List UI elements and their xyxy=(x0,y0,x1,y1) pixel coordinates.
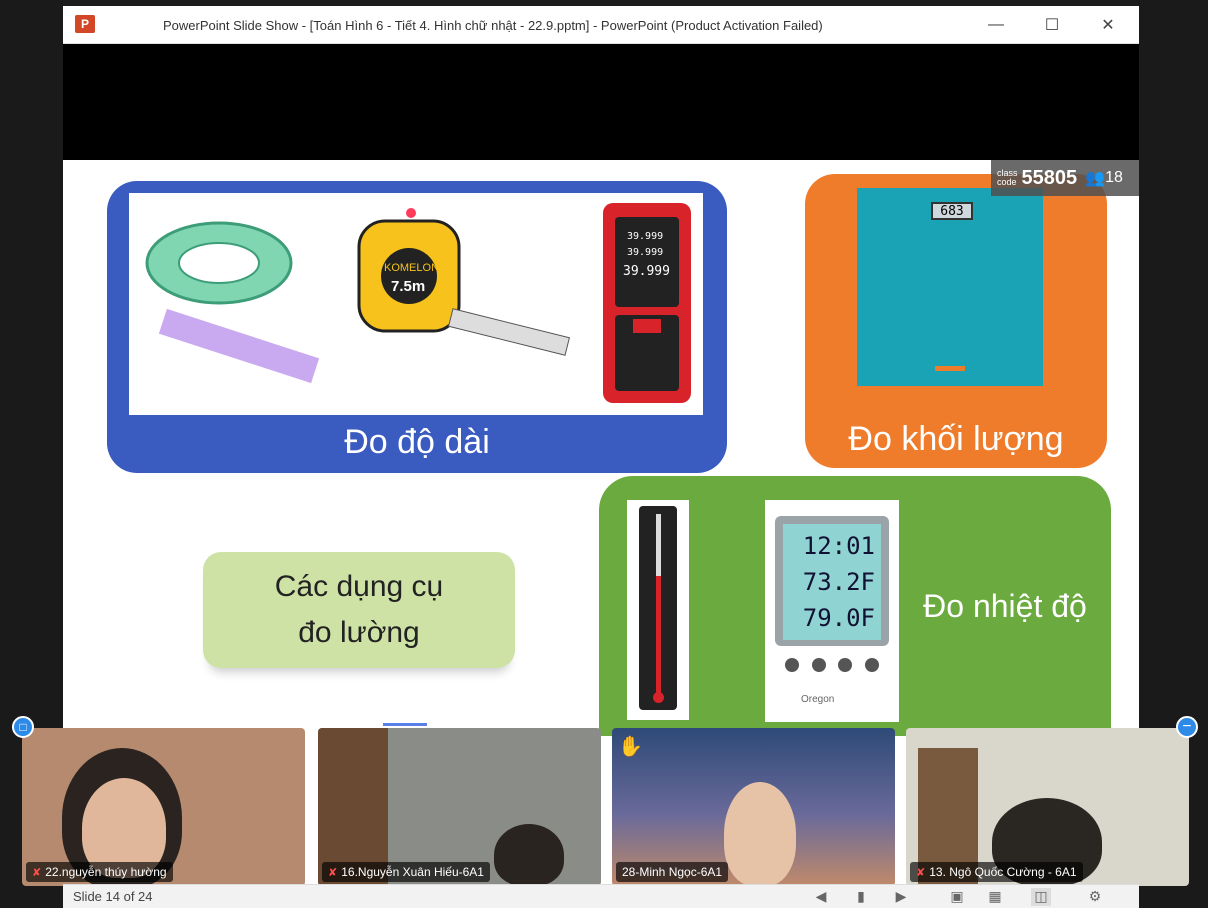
participant-tile-1[interactable]: ✘ 22.nguyễn thúy hường xyxy=(22,728,305,886)
measuring-tools-label-box: Các dụng cụ đo lường xyxy=(203,552,515,668)
participant-tile-4[interactable]: ✘ 13. Ngô Quốc Cường - 6A1 xyxy=(906,728,1189,886)
window-title: PowerPoint Slide Show - [Toán Hình 6 - T… xyxy=(163,18,823,33)
center-label-line2: đo lường xyxy=(298,616,420,649)
lcd-time: 12:01 xyxy=(802,532,875,560)
center-label-line1: Các dụng cụ xyxy=(274,570,444,603)
rangefinder-reading-1: 39.999 xyxy=(627,231,663,242)
participant-count: 18 xyxy=(1105,169,1123,186)
title-bar: P PowerPoint Slide Show - [Toán Hình 6 -… xyxy=(63,6,1139,44)
mass-label: Đo khối lượng xyxy=(848,420,1064,458)
length-tools-illustration: KOMELON 7.5m 39.999 39.999 39.999 xyxy=(145,203,691,403)
length-label: Đo độ dài xyxy=(344,423,490,461)
participant-tile-2[interactable]: ✘ 16.Nguyễn Xuân Hiếu-6A1 xyxy=(318,728,601,886)
people-icon: 👥 xyxy=(1085,170,1106,187)
mic-off-icon: ✘ xyxy=(328,866,338,879)
device-buttons xyxy=(785,658,879,678)
next-slide-icon[interactable]: ▶ xyxy=(891,888,911,906)
slide-canvas[interactable]: KOMELON 7.5m 39.999 39.999 39.999 Đo độ … xyxy=(63,160,1139,736)
thermometer-image xyxy=(627,500,689,720)
slide-sorter-icon[interactable]: ▮ xyxy=(851,888,871,906)
rangefinder-reading-2: 39.999 xyxy=(627,247,663,258)
participant-label-1: ✘ 22.nguyễn thúy hường xyxy=(26,862,173,882)
length-tools-image: KOMELON 7.5m 39.999 39.999 39.999 xyxy=(129,193,703,415)
reading-view-icon[interactable]: ◫ xyxy=(1031,888,1051,906)
slide-progress-indicator xyxy=(383,723,427,726)
digital-thermometer-image: 12:01 73.2F 79.0F Oregon xyxy=(765,500,899,722)
mic-off-icon: ✘ xyxy=(32,866,42,879)
lcd-indoor-temp: 73.2F xyxy=(802,568,875,596)
lcd-outdoor-temp: 79.0F xyxy=(802,604,875,632)
temperature-label: Đo nhiệt độ xyxy=(923,588,1087,624)
maximize-button[interactable]: ☐ xyxy=(1034,12,1070,38)
participant-label-4: ✘ 13. Ngô Quốc Cường - 6A1 xyxy=(910,862,1083,882)
letterbox-band xyxy=(63,44,1139,160)
participant-tile-3[interactable]: ✋ 28-Minh Ngọc-6A1 xyxy=(612,728,895,886)
participant-label-3: 28-Minh Ngọc-6A1 xyxy=(616,862,729,882)
lcd-screen: 12:01 73.2F 79.0F xyxy=(783,524,881,640)
presenter-view-icon[interactable]: □ xyxy=(12,716,34,738)
device-brand: Oregon xyxy=(801,694,835,705)
slide-indicator: Slide 14 of 24 xyxy=(73,889,153,904)
grid-view-icon[interactable]: ▦ xyxy=(985,888,1005,906)
mass-panel: 683 Đo khối lượng xyxy=(805,174,1107,468)
scale-bar xyxy=(935,366,965,371)
normal-view-icon[interactable]: ▣ xyxy=(947,888,967,906)
mic-off-icon: ✘ xyxy=(916,866,926,879)
close-button[interactable]: ✕ xyxy=(1090,12,1126,38)
bathroom-scale-image: 683 xyxy=(857,188,1043,386)
powerpoint-app-icon: P xyxy=(75,15,95,33)
participant-video-strip: ✘ 22.nguyễn thúy hường ✘ 16.Nguyễn Xuân Hi… xyxy=(22,728,1190,886)
slideshow-view-icon[interactable]: ⚙ xyxy=(1085,888,1105,906)
tape-brand-text: KOMELON xyxy=(384,262,439,274)
class-code-value: 55805 xyxy=(1021,166,1078,189)
temperature-panel: 12:01 73.2F 79.0F Oregon Đo nhiệt độ xyxy=(599,476,1111,736)
minimize-button[interactable]: — xyxy=(978,12,1014,38)
scale-display: 683 xyxy=(931,202,973,220)
class-code-label-2: code xyxy=(997,177,1017,187)
participant-label-2: ✘ 16.Nguyễn Xuân Hiếu-6A1 xyxy=(322,862,490,882)
previous-slide-icon[interactable]: ◀ xyxy=(811,888,831,906)
desktop-frame: P PowerPoint Slide Show - [Toán Hình 6 -… xyxy=(0,0,1208,908)
tape-size-text: 7.5m xyxy=(391,278,425,295)
class-code-badge: class code 55805 👥 18 xyxy=(991,160,1139,196)
collapse-icon[interactable]: − xyxy=(1176,716,1198,738)
status-bar: Slide 14 of 24 ◀ ▮ ▶ ▣ ▦ ◫ ⚙ xyxy=(63,884,1139,908)
rangefinder-reading-3: 39.999 xyxy=(623,264,670,279)
raised-hand-icon: ✋ xyxy=(618,736,643,758)
length-panel: KOMELON 7.5m 39.999 39.999 39.999 Đo độ … xyxy=(107,181,727,473)
